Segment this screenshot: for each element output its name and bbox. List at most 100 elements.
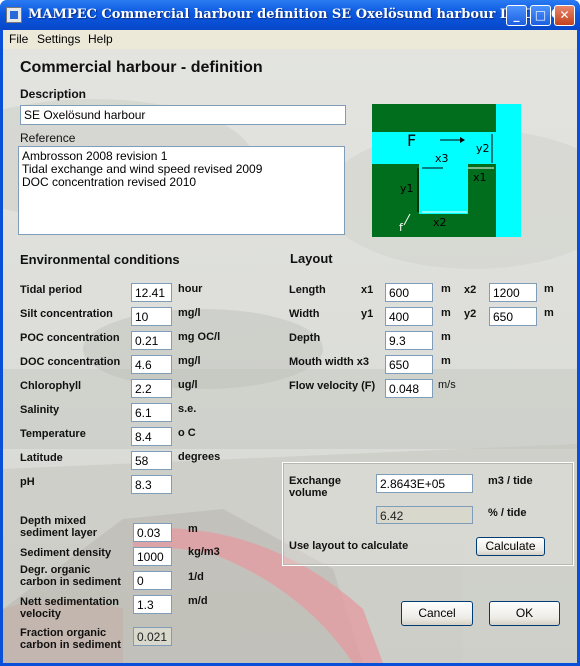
menu-settings[interactable]: Settings — [37, 32, 80, 46]
exchange-volume-label-line: Exchange — [289, 475, 341, 487]
depth-mixed-sediment-label-line: sediment layer — [20, 527, 98, 539]
dialog-body: Commercial harbour - definition Descript… — [3, 49, 577, 663]
doc-concentration-unit: mg/l — [178, 355, 201, 367]
tidal-period-unit: hour — [178, 283, 203, 295]
doc-concentration-label: DOC concentration — [20, 356, 121, 368]
latitude-label: Latitude — [20, 452, 63, 464]
fraction-organic-carbon-label-line: Fraction organic — [20, 627, 107, 639]
depth-mixed-sediment-label: Depth mixed sediment layer — [20, 515, 97, 539]
calculate-button[interactable]: Calculate — [476, 537, 545, 556]
length-x1-unit: m — [441, 283, 451, 295]
degr-organic-carbon-input[interactable]: 0 — [133, 571, 172, 590]
maximize-button[interactable]: □ — [530, 5, 551, 26]
depth-mixed-sediment-input[interactable]: 0.03 — [133, 523, 172, 542]
mouth-width-unit: m — [441, 355, 451, 367]
ok-button[interactable]: OK — [489, 601, 560, 626]
description-input[interactable]: SE Oxelösund harbour — [20, 105, 346, 125]
degr-organic-carbon-label-line: Degr. organic — [20, 564, 91, 576]
ph-input[interactable]: 8.3 — [131, 475, 172, 494]
width-y1-unit: m — [441, 307, 451, 319]
length-x2-unit: m — [544, 283, 554, 295]
diagram-label-y2: y2 — [476, 142, 490, 155]
exchange-volume-label: Exchange volume — [289, 475, 341, 499]
degr-organic-carbon-unit: 1/d — [188, 571, 204, 583]
nett-sedimentation-unit: m/d — [188, 595, 208, 607]
minimize-button[interactable]: _ — [506, 5, 527, 26]
depth-mixed-sediment-label-line: Depth mixed — [20, 515, 87, 527]
latitude-input[interactable]: 58 — [131, 451, 172, 470]
use-layout-label: Use layout to calculate — [289, 540, 409, 552]
salinity-label: Salinity — [20, 404, 60, 416]
depth-label: Depth — [289, 332, 321, 344]
length-x2-label: x2 — [464, 284, 477, 296]
chlorophyll-label: Chlorophyll — [20, 380, 82, 392]
depth-unit: m — [441, 331, 451, 343]
sediment-density-unit: kg/m3 — [188, 546, 220, 558]
mouth-width-input[interactable]: 650 — [385, 355, 433, 374]
exchange-volume-input[interactable]: 2.8643E+05 — [376, 474, 473, 493]
chlorophyll-input[interactable]: 2.2 — [131, 379, 172, 398]
cancel-button[interactable]: Cancel — [401, 601, 473, 626]
menu-bar: File Settings Help — [3, 30, 577, 49]
salinity-input[interactable]: 6.1 — [131, 403, 172, 422]
fraction-organic-carbon-label-line: carbon in sediment — [20, 639, 121, 651]
exchange-volume-label-line: volume — [289, 487, 328, 499]
width-y2-input[interactable]: 650 — [489, 307, 537, 326]
length-x1-input[interactable]: 600 — [385, 283, 433, 302]
app-icon — [6, 7, 22, 23]
depth-input[interactable]: 9.3 — [385, 331, 433, 350]
exchange-percent-value: 6.42 — [376, 506, 473, 524]
silt-concentration-input[interactable]: 10 — [131, 307, 172, 326]
menu-file[interactable]: File — [9, 32, 28, 46]
length-label: Length — [289, 284, 326, 296]
nett-sedimentation-label-line: Nett sedimentation — [20, 596, 120, 608]
degr-organic-carbon-label: Degr. organic carbon in sediment — [20, 564, 121, 588]
exchange-volume-unit: m3 / tide — [488, 475, 533, 487]
reference-textarea[interactable]: Ambrosson 2008 revision 1 Tidal exchange… — [18, 146, 345, 235]
page-title: Commercial harbour - definition — [20, 59, 263, 76]
app-window: MAMPEC Commercial harbour definition SE … — [0, 0, 580, 666]
silt-concentration-unit: mg/l — [178, 307, 201, 319]
temperature-unit: o C — [178, 427, 196, 439]
poc-concentration-unit: mg OC/l — [178, 331, 221, 343]
latitude-unit: degrees — [178, 451, 221, 463]
window-title: MAMPEC Commercial harbour definition SE … — [28, 7, 560, 22]
sediment-density-label: Sediment density — [20, 547, 112, 559]
fraction-organic-carbon-value: 0.021 — [133, 627, 172, 646]
poc-concentration-input[interactable]: 0.21 — [131, 331, 172, 350]
tidal-period-input[interactable]: 12.41 — [131, 283, 172, 302]
layout-heading: Layout — [290, 251, 333, 266]
close-button[interactable]: ✕ — [554, 5, 575, 26]
diagram-label-F: F — [407, 131, 416, 150]
ph-label: pH — [20, 476, 35, 488]
nett-sedimentation-input[interactable]: 1.3 — [133, 595, 172, 614]
depth-mixed-sediment-unit: m — [188, 523, 198, 535]
width-label: Width — [289, 308, 320, 320]
width-y1-input[interactable]: 400 — [385, 307, 433, 326]
doc-concentration-input[interactable]: 4.6 — [131, 355, 172, 374]
flow-velocity-input[interactable]: 0.048 — [385, 379, 433, 398]
width-y2-unit: m — [544, 307, 554, 319]
width-y1-label: y1 — [361, 308, 374, 320]
nett-sedimentation-label: Nett sedimentation velocity — [20, 596, 119, 620]
tidal-period-label: Tidal period — [20, 284, 83, 296]
degr-organic-carbon-label-line: carbon in sediment — [20, 576, 121, 588]
nett-sedimentation-label-line: velocity — [20, 608, 61, 620]
reference-line: DOC concentration revised 2010 — [22, 175, 197, 189]
poc-concentration-label: POC concentration — [20, 332, 120, 344]
length-x2-input[interactable]: 1200 — [489, 283, 537, 302]
chlorophyll-unit: ug/l — [178, 379, 198, 391]
flow-velocity-label: Flow velocity (F) — [289, 380, 376, 392]
reference-label: Reference — [20, 131, 76, 145]
temperature-input[interactable]: 8.4 — [131, 427, 172, 446]
flow-velocity-unit: m/s — [438, 379, 456, 391]
title-bar[interactable]: MAMPEC Commercial harbour definition SE … — [0, 0, 580, 30]
harbour-layout-diagram: F y2 x3 x1 y1 x2 f — [372, 104, 521, 237]
diagram-label-x3: x3 — [435, 152, 449, 165]
salinity-unit: s.e. — [178, 403, 197, 415]
sediment-density-input[interactable]: 1000 — [133, 547, 172, 566]
fraction-organic-carbon-label: Fraction organic carbon in sediment — [20, 627, 121, 651]
exchange-percent-unit: % / tide — [488, 507, 527, 519]
length-x1-label: x1 — [361, 284, 374, 296]
menu-help[interactable]: Help — [88, 32, 113, 46]
